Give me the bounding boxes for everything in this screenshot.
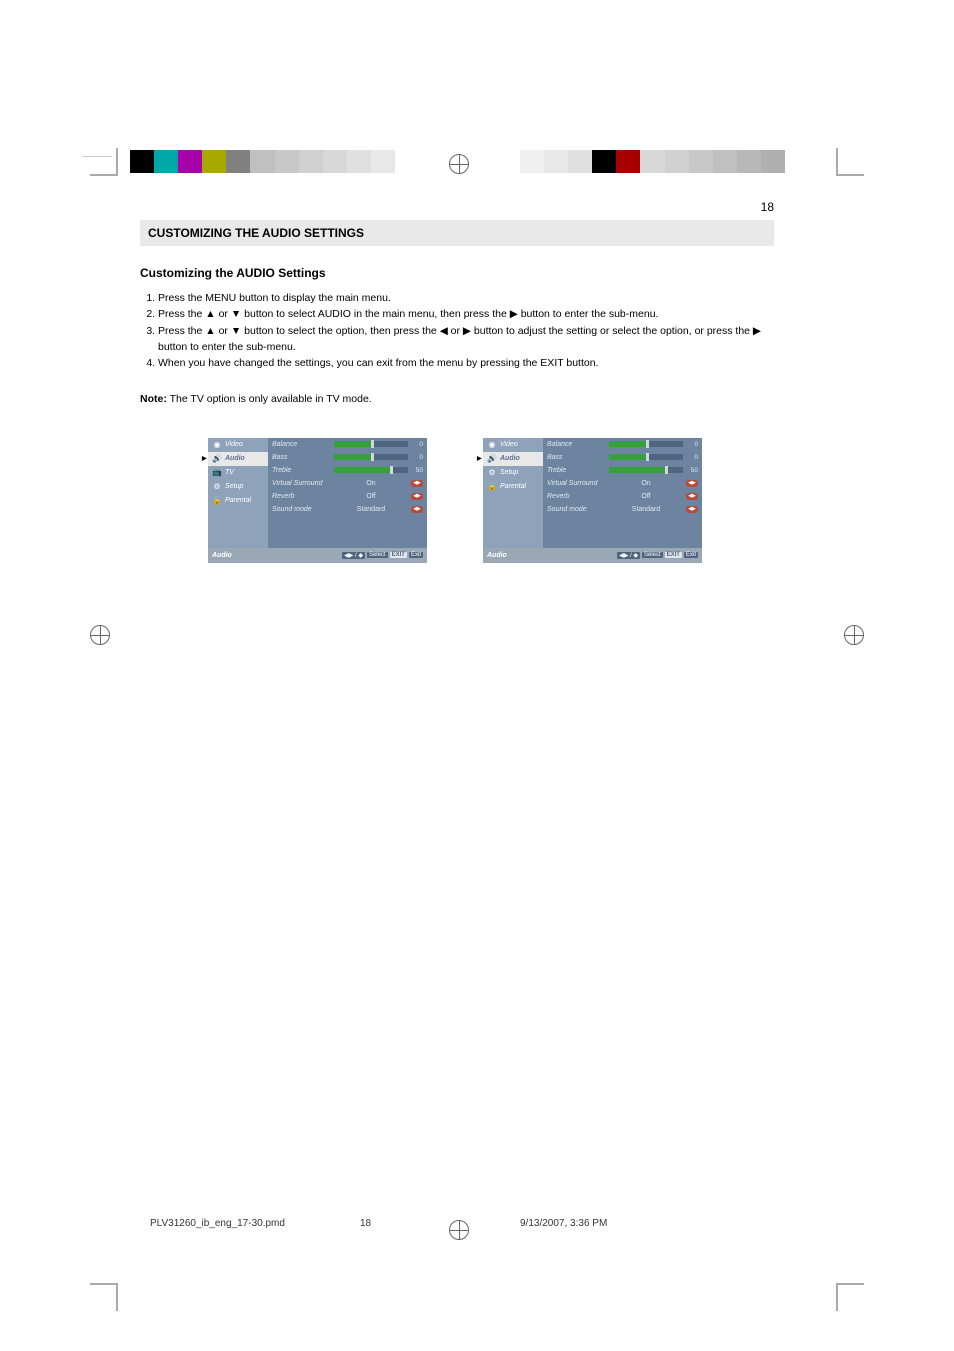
- print-datetime: 9/13/2007, 3:36 PM: [520, 1218, 607, 1229]
- crop-mark: [836, 1283, 864, 1311]
- video-icon: ◉: [212, 440, 222, 450]
- osd-menu-tv-mode: ◉Video 🔊Audio 📺TV ⚙Setup 🔒Parental Balan…: [208, 438, 427, 563]
- slider[interactable]: [609, 467, 683, 473]
- sidebar-item-setup[interactable]: ⚙Setup: [208, 480, 268, 494]
- note-label: Note:: [140, 393, 167, 405]
- setting-sound-mode[interactable]: Sound mode Standard◀▶: [543, 503, 702, 516]
- page-content: 18 CUSTOMIZING THE AUDIO SETTINGS Custom…: [140, 200, 774, 563]
- step-item: Press the ▲ or ▼ button to select the op…: [158, 323, 774, 356]
- print-page: 18: [360, 1218, 520, 1229]
- registration-mark-icon: [844, 625, 864, 645]
- osd-menu-non-tv-mode: ◉Video 🔊Audio ⚙Setup 🔒Parental Balance 0…: [483, 438, 702, 563]
- audio-icon: 🔊: [487, 454, 497, 464]
- gear-icon: ⚙: [487, 468, 497, 478]
- osd-screenshots: ◉Video 🔊Audio 📺TV ⚙Setup 🔒Parental Balan…: [140, 438, 774, 563]
- crop-mark: [90, 1283, 118, 1311]
- print-footer: PLV31260_ib_eng_17-30.pmd 18 9/13/2007, …: [150, 1218, 784, 1229]
- setting-reverb[interactable]: Reverb Off◀▶: [543, 490, 702, 503]
- arrows-icon: ◀▶: [686, 493, 698, 500]
- slider[interactable]: [334, 441, 408, 447]
- gear-icon: ⚙: [212, 482, 222, 492]
- note: Note: The TV option is only available in…: [140, 391, 774, 407]
- osd-footer: Audio ◀▶ / ◆ Select EXIT Exit: [208, 548, 427, 563]
- arrows-icon: ◀▶: [411, 480, 423, 487]
- step-item: Press the MENU button to display the mai…: [158, 290, 774, 306]
- section-title-bar: CUSTOMIZING THE AUDIO SETTINGS: [140, 220, 774, 246]
- registration-bar-right: [520, 150, 785, 173]
- slider[interactable]: [334, 454, 408, 460]
- sidebar-item-video[interactable]: ◉Video: [483, 438, 543, 452]
- setting-reverb[interactable]: Reverb Off◀▶: [268, 490, 427, 503]
- lock-icon: 🔒: [212, 496, 222, 506]
- slider[interactable]: [334, 467, 408, 473]
- lock-icon: 🔒: [487, 482, 497, 492]
- print-file: PLV31260_ib_eng_17-30.pmd: [150, 1218, 360, 1229]
- setting-balance[interactable]: Balance 0: [543, 438, 702, 451]
- step-item: Press the ▲ or ▼ button to select AUDIO …: [158, 306, 774, 322]
- arrows-icon: ◀▶: [686, 506, 698, 513]
- sidebar-item-parental[interactable]: 🔒Parental: [483, 480, 543, 494]
- osd-footer: Audio ◀▶ / ◆ Select EXIT Exit: [483, 548, 702, 563]
- setting-bass[interactable]: Bass 0: [268, 451, 427, 464]
- sidebar-item-video[interactable]: ◉Video: [208, 438, 268, 452]
- document-page: 18 CUSTOMIZING THE AUDIO SETTINGS Custom…: [0, 0, 954, 1351]
- setting-sound-mode[interactable]: Sound mode Standard◀▶: [268, 503, 427, 516]
- registration-mark-icon: [449, 154, 469, 174]
- setting-virtual-surround[interactable]: Virtual Surround On◀▶: [543, 477, 702, 490]
- video-icon: ◉: [487, 440, 497, 450]
- slider[interactable]: [609, 441, 683, 447]
- registration-mark-icon: [90, 625, 110, 645]
- osd-main: Balance 0 Bass 0 Treble 50 Virtual Sur: [268, 438, 427, 548]
- section-heading: Customizing the AUDIO Settings: [140, 266, 774, 280]
- setting-treble[interactable]: Treble 50: [268, 464, 427, 477]
- setting-treble[interactable]: Treble 50: [543, 464, 702, 477]
- sidebar-item-audio[interactable]: 🔊Audio: [483, 452, 543, 466]
- arrows-icon: ◀▶: [686, 480, 698, 487]
- note-text: The TV option is only available in TV mo…: [170, 393, 372, 405]
- osd-main: Balance 0 Bass 0 Treble 50 Virtual Sur: [543, 438, 702, 548]
- setting-bass[interactable]: Bass 0: [543, 451, 702, 464]
- crop-mark: [836, 148, 864, 176]
- tv-icon: 📺: [212, 468, 222, 478]
- arrows-icon: ◀▶: [411, 493, 423, 500]
- sidebar-item-setup[interactable]: ⚙Setup: [483, 466, 543, 480]
- osd-sidebar: ◉Video 🔊Audio 📺TV ⚙Setup 🔒Parental: [208, 438, 268, 548]
- sidebar-item-parental[interactable]: 🔒Parental: [208, 494, 268, 508]
- sidebar-item-audio[interactable]: 🔊Audio: [208, 452, 268, 466]
- instruction-steps: Press the MENU button to display the mai…: [140, 290, 774, 371]
- arrows-icon: ◀▶: [411, 506, 423, 513]
- crop-mark: [90, 148, 118, 176]
- osd-sidebar: ◉Video 🔊Audio ⚙Setup 🔒Parental: [483, 438, 543, 548]
- setting-balance[interactable]: Balance 0: [268, 438, 427, 451]
- slider[interactable]: [609, 454, 683, 460]
- setting-virtual-surround[interactable]: Virtual Surround On◀▶: [268, 477, 427, 490]
- registration-bar-left: [130, 150, 395, 173]
- audio-icon: 🔊: [212, 454, 222, 464]
- step-item: When you have changed the settings, you …: [158, 355, 774, 371]
- sidebar-item-tv[interactable]: 📺TV: [208, 466, 268, 480]
- page-number: 18: [140, 200, 774, 214]
